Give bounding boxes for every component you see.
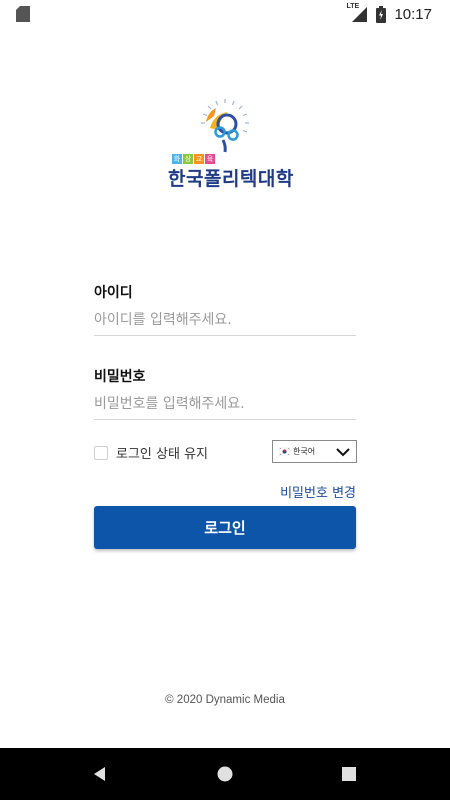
home-icon[interactable] [214,763,236,785]
id-input[interactable] [94,304,356,336]
logo-badge: 화 상 교 육 [172,154,215,164]
battery-icon [376,5,387,23]
network-type: LTE [346,3,360,10]
id-label: 아이디 [94,285,133,301]
logo-badge-char: 육 [205,154,215,164]
logo-mark-icon [201,99,249,153]
login-button[interactable]: 로그인 [94,506,356,549]
recents-icon[interactable] [338,763,360,785]
logo-badge-char: 상 [183,154,193,164]
copyright-text: © 2020 Dynamic Media [165,694,285,706]
change-password-link[interactable]: 비밀번호 변경 [280,482,356,501]
remember-checkbox[interactable] [94,445,108,460]
chevron-down-icon [336,448,350,457]
password-label: 비밀번호 [94,369,146,385]
language-value: 한국어 [293,447,316,456]
logo-badge-char: 화 [172,154,182,164]
app-logo: 화 상 교 육 한국폴리텍대학 [168,98,294,190]
password-input[interactable] [94,388,356,420]
navigation-bar [0,748,450,800]
clock: 10:17 [394,5,432,23]
logo-wordmark: 한국폴리텍대학 [168,168,294,190]
korea-flag-icon [279,447,290,456]
language-select[interactable]: 한국어 [272,440,357,463]
sd-card-icon [16,6,30,22]
remember-label: 로그인 상태 유지 [116,447,208,462]
logo-badge-char: 교 [194,154,204,164]
remember-login[interactable]: 로그인 상태 유지 [94,443,208,462]
back-icon[interactable] [89,763,111,785]
status-bar: LTE 10:17 [0,0,450,28]
signal-icon: LTE [346,3,368,23]
